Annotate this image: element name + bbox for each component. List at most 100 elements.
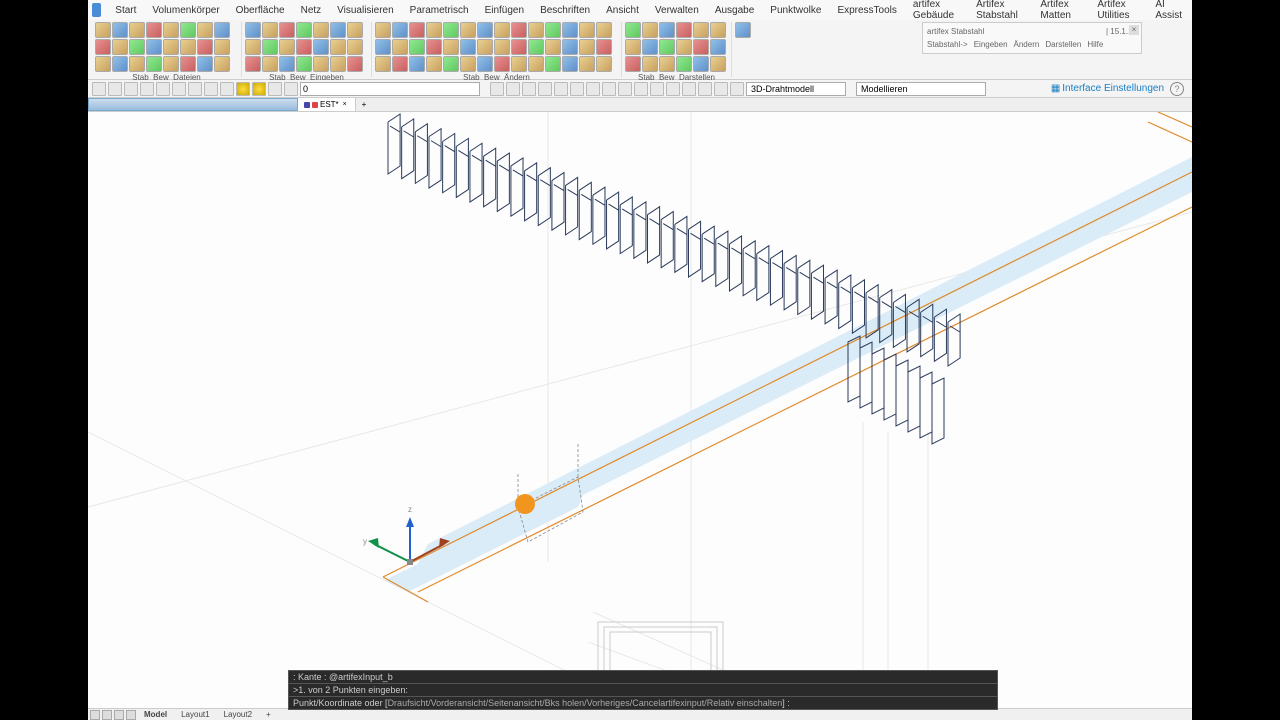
tool-icon[interactable] (409, 56, 425, 72)
tool-icon[interactable] (460, 22, 476, 38)
tool-icon[interactable] (562, 22, 578, 38)
tool-icon[interactable] (180, 22, 196, 38)
sun-icon[interactable] (252, 82, 266, 96)
menu-item[interactable]: artifex Gebäude (905, 0, 968, 21)
tool-icon[interactable] (112, 56, 128, 72)
tool-icon[interactable] (494, 39, 510, 55)
tool-icon[interactable] (279, 39, 295, 55)
tool-icon[interactable] (545, 39, 561, 55)
tool-icon[interactable] (112, 22, 128, 38)
layout-tab[interactable]: Model (138, 710, 173, 719)
tool-icon[interactable] (347, 56, 363, 72)
tool-icon[interactable] (511, 22, 527, 38)
tool-icon[interactable] (214, 22, 230, 38)
menu-item[interactable]: Ansicht (598, 5, 647, 16)
tool-icon[interactable] (538, 82, 552, 96)
menu-item[interactable]: ExpressTools (829, 5, 904, 16)
nav-prev-icon[interactable] (102, 710, 112, 720)
tool-icon[interactable] (197, 56, 213, 72)
cube-icon[interactable] (650, 82, 664, 96)
menu-item[interactable]: Netz (293, 5, 330, 16)
tool-icon[interactable] (618, 82, 632, 96)
interface-settings-link[interactable]: ▦ Interface Einstellungen (1051, 83, 1164, 94)
info-link[interactable]: Ändern (1014, 40, 1040, 49)
tool-icon[interactable] (245, 56, 261, 72)
tool-icon[interactable] (642, 39, 658, 55)
tool-icon[interactable] (490, 82, 504, 96)
tool-icon[interactable] (511, 39, 527, 55)
menu-item[interactable]: Volumenkörper (144, 5, 227, 16)
tool-icon[interactable] (693, 39, 709, 55)
tool-icon[interactable] (562, 39, 578, 55)
tool-icon[interactable] (579, 39, 595, 55)
tool-icon[interactable] (426, 22, 442, 38)
tool-icon[interactable] (676, 56, 692, 72)
menu-item[interactable]: Einfügen (477, 5, 532, 16)
menu-item[interactable]: Start (107, 5, 144, 16)
tool-icon[interactable] (494, 22, 510, 38)
tool-icon[interactable] (313, 22, 329, 38)
tool-icon[interactable] (163, 39, 179, 55)
tool-icon[interactable] (477, 22, 493, 38)
tool-icon[interactable] (296, 39, 312, 55)
layout-add-button[interactable]: + (260, 710, 277, 719)
lock-icon[interactable] (268, 82, 282, 96)
tool-icon[interactable] (545, 22, 561, 38)
tool-icon[interactable] (392, 22, 408, 38)
tool-icon[interactable] (284, 82, 298, 96)
tool-icon[interactable] (163, 56, 179, 72)
tool-icon[interactable] (710, 22, 726, 38)
menu-item[interactable]: Artifex Stabstahl (968, 0, 1032, 21)
menu-item[interactable]: AI Assist (1147, 0, 1190, 21)
lightbulb-on-icon[interactable] (236, 82, 250, 96)
visual-style-combo[interactable]: 3D-Drahtmodell (746, 82, 846, 96)
tool-icon[interactable] (347, 39, 363, 55)
tool-icon[interactable] (528, 39, 544, 55)
tool-icon[interactable] (682, 82, 696, 96)
redo-icon[interactable] (220, 82, 234, 96)
nav-last-icon[interactable] (126, 710, 136, 720)
tool-icon[interactable] (409, 39, 425, 55)
tool-icon[interactable] (163, 22, 179, 38)
tool-icon[interactable] (511, 56, 527, 72)
tool-icon[interactable] (460, 39, 476, 55)
menu-item[interactable]: Ausgabe (707, 5, 762, 16)
new-icon[interactable] (92, 82, 106, 96)
tool-icon[interactable] (112, 39, 128, 55)
tool-icon[interactable] (129, 56, 145, 72)
tool-icon[interactable] (596, 39, 612, 55)
document-tab[interactable]: EST* × (298, 98, 356, 111)
tool-icon[interactable] (522, 82, 536, 96)
tool-icon[interactable] (296, 22, 312, 38)
tool-icon[interactable] (634, 82, 648, 96)
tool-icon[interactable] (392, 39, 408, 55)
tool-icon[interactable] (562, 56, 578, 72)
drawing-canvas[interactable]: z y (88, 112, 1192, 708)
tool-icon[interactable] (494, 56, 510, 72)
tool-icon[interactable] (735, 22, 751, 38)
tool-icon[interactable] (313, 56, 329, 72)
tool-icon[interactable] (245, 39, 261, 55)
tool-icon[interactable] (330, 22, 346, 38)
tool-icon[interactable] (730, 82, 744, 96)
tool-icon[interactable] (693, 22, 709, 38)
tool-icon[interactable] (477, 39, 493, 55)
tool-icon[interactable] (296, 56, 312, 72)
tool-icon[interactable] (95, 56, 111, 72)
tool-icon[interactable] (506, 82, 520, 96)
tool-icon[interactable] (214, 39, 230, 55)
tool-icon[interactable] (197, 39, 213, 55)
nav-first-icon[interactable] (90, 710, 100, 720)
tool-icon[interactable] (146, 56, 162, 72)
tool-icon[interactable] (330, 39, 346, 55)
close-icon[interactable]: × (341, 101, 349, 109)
tool-icon[interactable] (375, 56, 391, 72)
tool-icon[interactable] (625, 56, 641, 72)
tool-icon[interactable] (262, 22, 278, 38)
print-icon[interactable] (140, 82, 154, 96)
tool-icon[interactable] (146, 39, 162, 55)
gear-icon[interactable] (698, 82, 712, 96)
menu-item[interactable]: Artifex Utilities (1089, 0, 1147, 21)
tool-icon[interactable] (596, 22, 612, 38)
tool-icon[interactable] (443, 22, 459, 38)
